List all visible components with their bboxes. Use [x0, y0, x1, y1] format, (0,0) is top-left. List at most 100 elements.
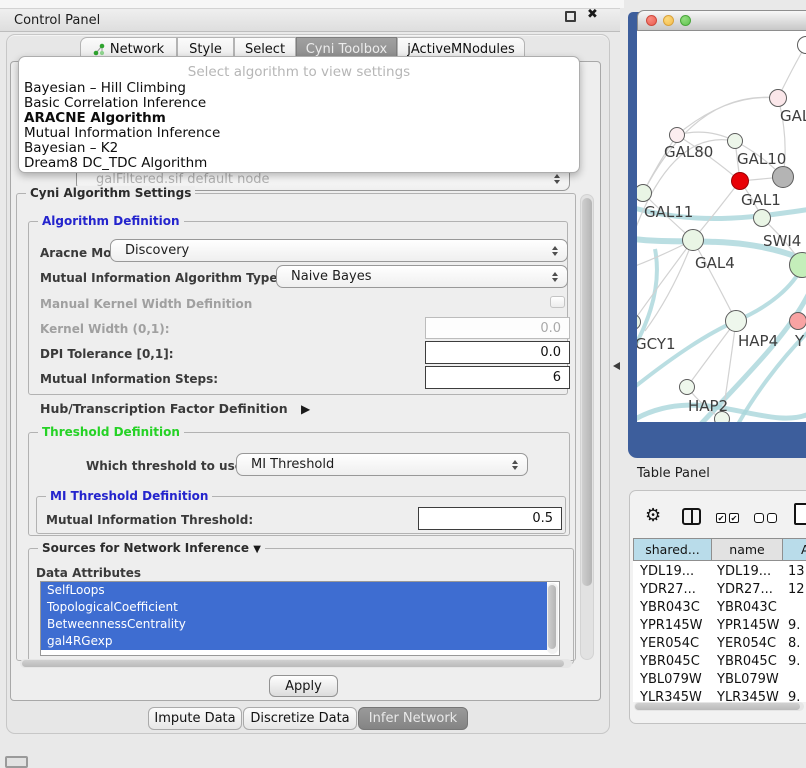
checked-checkbox-icon[interactable]: ✔ [729, 513, 739, 523]
menu-item[interactable]: Dream8 DC_TDC Algorithm [24, 155, 207, 171]
gear-icon[interactable]: ⚙ [645, 505, 661, 526]
network-node-gal1[interactable] [731, 172, 749, 190]
table-cell: YBR045C [640, 654, 710, 669]
table-hscrollbar[interactable] [634, 702, 804, 711]
mi-type-combo[interactable]: Naive Bayes [276, 265, 568, 288]
settings-scrollbar-thumb[interactable] [582, 198, 592, 586]
attributes-hscrollbar-thumb[interactable] [22, 660, 564, 667]
table-cell: YDR27... [640, 582, 710, 597]
manual-kernel-checkbox[interactable] [550, 296, 565, 308]
data-attributes-label: Data Attributes [36, 566, 141, 580]
network-node[interactable] [772, 166, 794, 188]
table-cell: 9. [788, 690, 806, 702]
data-attributes-list[interactable]: SelfLoops TopologicalCoefficient Between… [40, 581, 560, 656]
list-item[interactable]: TopologicalCoefficient [41, 599, 547, 616]
network-node-gal80[interactable] [669, 127, 685, 143]
network-node-swi4[interactable] [753, 209, 771, 227]
sources-group-title[interactable]: Sources for Network Inference ▼ [38, 541, 265, 555]
control-panel-title: Control Panel [0, 13, 100, 28]
tab-infer-network[interactable]: Infer Network [358, 707, 468, 730]
table-cell: 12 [788, 582, 806, 597]
table-cell: YDR27... [717, 582, 785, 597]
column-header-label: A [801, 542, 806, 557]
manual-kernel-label: Manual Kernel Width Definition [40, 297, 252, 311]
algorithm-dropdown: Select algorithm to view settings Bayesi… [18, 56, 580, 173]
node-label: GAL [780, 107, 806, 125]
network-node-hap4[interactable] [725, 310, 747, 332]
unchecked-checkbox-icon[interactable] [754, 513, 764, 523]
minimize-window-icon[interactable] [663, 15, 674, 26]
close-panel-icon[interactable]: ✖ [587, 7, 598, 22]
split-columns-icon[interactable] [682, 508, 701, 525]
mi-threshold-value: 0.5 [532, 511, 553, 526]
kernel-width-label: Kernel Width (0,1): [40, 322, 170, 336]
tab-discretize-data[interactable]: Discretize Data [243, 707, 357, 730]
node-label: GAL10 [737, 150, 786, 168]
mi-type-label: Mutual Information Algorithm Type: [40, 271, 282, 285]
tab-cyni-toolbox-label: Cyni Toolbox [306, 42, 388, 57]
node-label: GAL80 [664, 143, 713, 161]
cyni-algorithm-settings-title: Cyni Algorithm Settings [26, 186, 195, 200]
menu-item[interactable]: Basic Correlation Inference [24, 95, 206, 111]
table-rows[interactable]: YDL19... YDL19... 13 YDR27... YDR27... 1… [633, 562, 806, 702]
network-node[interactable] [789, 312, 806, 330]
list-item[interactable]: gal4RGexp [41, 633, 547, 650]
table-cell: 13 [788, 564, 806, 579]
which-threshold-combo[interactable]: MI Threshold [236, 453, 528, 476]
mi-steps-field[interactable]: 6 [425, 366, 570, 389]
network-node-gal4[interactable] [682, 229, 704, 251]
table-cell: YBR043C [717, 600, 785, 615]
tab-impute-data[interactable]: Impute Data [148, 707, 242, 730]
table-cell: YBL079W [717, 672, 785, 687]
network-window-titlebar[interactable] [637, 10, 806, 31]
node-label: HAP4 [738, 332, 778, 350]
kernel-width-field[interactable]: 0.0 [425, 317, 570, 339]
menu-item[interactable]: Bayesian – K2 [24, 140, 118, 156]
network-canvas[interactable]: GAL GAL80 GAL10 GAL1 GAL11 SWI4 GAL4 GCY… [637, 31, 806, 422]
mi-threshold-field[interactable]: 0.5 [418, 507, 562, 530]
settings-scrollbar[interactable] [580, 194, 594, 660]
app-root: { "panel": { "title": "Control Panel", "… [0, 0, 806, 762]
network-node-gal10[interactable] [727, 133, 743, 149]
float-panel-icon[interactable] [565, 11, 576, 22]
apply-button[interactable]: Apply [269, 675, 338, 697]
menu-item-selected[interactable]: ARACNE Algorithm [24, 110, 166, 126]
list-item[interactable]: BetweennessCentrality [41, 616, 547, 633]
table-cell: YLR345W [717, 690, 785, 702]
menu-item[interactable]: Bayesian – Hill Climbing [24, 80, 186, 96]
table-cell: YER054C [640, 636, 710, 651]
aracne-mode-combo[interactable]: Discovery [110, 239, 568, 262]
table-hscrollbar-thumb[interactable] [635, 703, 800, 710]
zoom-window-icon[interactable] [680, 15, 691, 26]
aracne-mode-value: Discovery [125, 243, 189, 258]
unchecked-checkbox-icon[interactable] [767, 513, 777, 523]
menu-item[interactable]: Mutual Information Inference [24, 125, 220, 141]
table-cell: 8. [788, 636, 806, 651]
attributes-scrollbar[interactable] [547, 583, 558, 654]
combo-spinner-icon [554, 174, 560, 184]
list-item[interactable]: SelfLoops [41, 582, 547, 599]
column-header-shared[interactable]: shared... [633, 538, 712, 561]
table-cell: 9. [788, 618, 806, 633]
table-cell: YPR145W [640, 618, 710, 633]
node-label: Y [795, 332, 804, 350]
attributes-scrollbar-thumb[interactable] [548, 585, 556, 649]
dpi-tolerance-field[interactable]: 0.0 [425, 341, 570, 364]
top-strip [0, 0, 624, 8]
algorithm-dropdown-placeholder: Select algorithm to view settings [19, 64, 579, 80]
column-header-partial[interactable]: A [783, 538, 806, 561]
tab-impute-data-label: Impute Data [154, 711, 235, 726]
export-table-icon[interactable] [794, 503, 806, 525]
network-node[interactable] [769, 89, 787, 107]
table-panel-title: Table Panel [637, 466, 710, 481]
tab-style-label: Style [189, 42, 222, 57]
column-header-name[interactable]: name [712, 538, 783, 561]
tab-discretize-data-label: Discretize Data [250, 711, 349, 726]
network-node-hap2[interactable] [679, 379, 695, 395]
attributes-hscrollbar[interactable] [20, 659, 572, 668]
hub-definition-toggle[interactable]: Hub/Transcription Factor Definition ▶ [40, 401, 310, 416]
close-window-icon[interactable] [646, 15, 657, 26]
minimized-panel-icon[interactable] [5, 756, 28, 768]
checked-checkbox-icon[interactable]: ✔ [716, 513, 726, 523]
table-cell: YLR345W [640, 690, 710, 702]
